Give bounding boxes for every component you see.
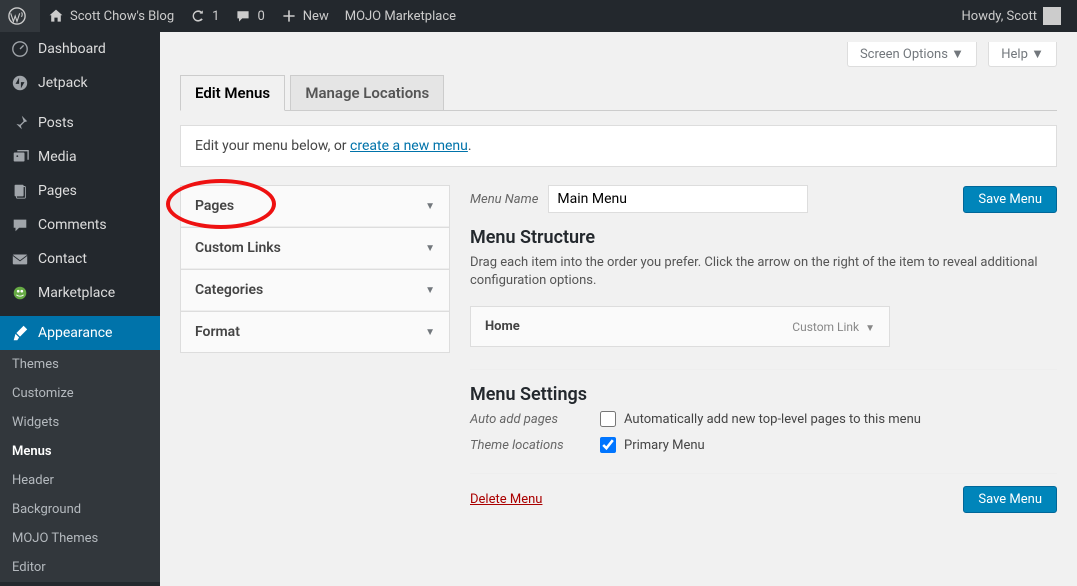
envelope-icon	[10, 249, 30, 269]
comments-count: 0	[257, 9, 264, 24]
updates-count: 1	[212, 9, 219, 24]
account-menu[interactable]: Howdy, Scott	[954, 0, 1070, 32]
sidebar-item-contact[interactable]: Contact	[0, 242, 160, 276]
sidebar-item-media[interactable]: Media	[0, 140, 160, 174]
menu-edit-panel: Menu Name Save Menu Menu Structure Drag …	[470, 185, 1057, 513]
accordion-pages[interactable]: Pages▼	[180, 185, 450, 228]
theme-location-checkbox[interactable]	[600, 437, 616, 453]
submenu-themes[interactable]: Themes	[0, 350, 160, 379]
save-menu-button-bottom[interactable]: Save Menu	[963, 486, 1057, 513]
wordpress-icon	[8, 7, 26, 25]
separator	[470, 369, 1057, 370]
delete-menu-link[interactable]: Delete Menu	[470, 492, 542, 507]
sidebar-item-label: Dashboard	[38, 41, 106, 57]
new-content-link[interactable]: New	[273, 0, 337, 32]
menu-structure-desc: Drag each item into the order you prefer…	[470, 254, 1057, 290]
submenu-widgets[interactable]: Widgets	[0, 408, 160, 437]
tab-edit-menus[interactable]: Edit Menus	[180, 75, 285, 111]
pin-icon	[10, 113, 30, 133]
caret-down-icon: ▼	[425, 201, 435, 212]
appearance-submenu: Themes Customize Widgets Menus Header Ba…	[0, 350, 160, 582]
accordion-panel: Pages▼ Custom Links▼ Categories▼ Format▼	[180, 185, 450, 513]
save-menu-button-top[interactable]: Save Menu	[963, 186, 1057, 213]
updates-link[interactable]: 1	[182, 0, 227, 32]
comment-icon	[235, 8, 251, 24]
accordion-categories[interactable]: Categories▼	[180, 269, 450, 312]
submenu-customize[interactable]: Customize	[0, 379, 160, 408]
jetpack-icon	[10, 73, 30, 93]
sidebar-item-label: Contact	[38, 251, 87, 267]
menu-item-title: Home	[485, 319, 520, 334]
menu-item-type: Custom Link	[792, 320, 859, 334]
theme-location-text: Primary Menu	[624, 438, 705, 453]
mojo-label: MOJO Marketplace	[345, 9, 456, 24]
accordion-format[interactable]: Format▼	[180, 311, 450, 353]
site-name-link[interactable]: Scott Chow's Blog	[40, 0, 182, 32]
sidebar-item-pages[interactable]: Pages	[0, 174, 160, 208]
caret-down-icon: ▼	[865, 323, 875, 334]
howdy-text: Howdy, Scott	[962, 9, 1038, 24]
menu-structure-heading: Menu Structure	[470, 227, 1057, 248]
sidebar-item-marketplace[interactable]: Marketplace	[0, 276, 160, 310]
admin-sidebar: Dashboard Jetpack Posts Media Pages Comm…	[0, 32, 160, 586]
sidebar-item-jetpack[interactable]: Jetpack	[0, 66, 160, 100]
auto-add-text: Automatically add new top-level pages to…	[624, 412, 921, 427]
caret-down-icon: ▼	[1031, 47, 1044, 62]
sidebar-item-dashboard[interactable]: Dashboard	[0, 32, 160, 66]
help-button[interactable]: Help ▼	[988, 42, 1057, 67]
comment-icon	[10, 215, 30, 235]
submenu-header[interactable]: Header	[0, 466, 160, 495]
sidebar-item-label: Pages	[38, 183, 77, 199]
avatar	[1043, 7, 1061, 25]
pages-icon	[10, 181, 30, 201]
sidebar-item-label: Media	[38, 149, 77, 165]
menu-name-input[interactable]	[548, 185, 808, 213]
caret-down-icon: ▼	[425, 327, 435, 338]
plus-icon	[281, 8, 297, 24]
submenu-background[interactable]: Background	[0, 495, 160, 524]
sidebar-item-appearance[interactable]: Appearance	[0, 316, 160, 350]
dashboard-icon	[10, 39, 30, 59]
menu-name-label: Menu Name	[470, 192, 538, 207]
caret-down-icon: ▼	[425, 243, 435, 254]
admin-toolbar: Scott Chow's Blog 1 0 New MOJO Marketpla…	[0, 0, 1077, 32]
submenu-menus[interactable]: Menus	[0, 437, 160, 466]
sidebar-item-label: Posts	[38, 115, 74, 131]
site-name-text: Scott Chow's Blog	[70, 9, 174, 24]
sidebar-item-label: Comments	[38, 217, 107, 233]
mojo-marketplace-link[interactable]: MOJO Marketplace	[337, 0, 464, 32]
sidebar-item-label: Jetpack	[38, 75, 88, 91]
menu-item-home[interactable]: Home Custom Link ▼	[470, 306, 890, 347]
media-icon	[10, 147, 30, 167]
screen-options-button[interactable]: Screen Options ▼	[847, 42, 977, 67]
sidebar-item-label: Appearance	[38, 325, 112, 341]
nav-tabs: Edit Menus Manage Locations	[180, 75, 1057, 111]
comments-link[interactable]: 0	[227, 0, 272, 32]
brush-icon	[10, 323, 30, 343]
info-message: Edit your menu below, or create a new me…	[180, 125, 1057, 167]
submenu-editor[interactable]: Editor	[0, 553, 160, 582]
accordion-custom-links[interactable]: Custom Links▼	[180, 227, 450, 270]
home-icon	[48, 8, 64, 24]
tab-manage-locations[interactable]: Manage Locations	[290, 75, 444, 111]
marketplace-icon	[10, 283, 30, 303]
theme-locations-label: Theme locations	[470, 438, 600, 453]
sidebar-item-label: Marketplace	[38, 285, 115, 301]
caret-down-icon: ▼	[951, 47, 964, 62]
wp-logo[interactable]	[0, 0, 40, 32]
content-area: Screen Options ▼ Help ▼ Edit Menus Manag…	[160, 32, 1077, 533]
auto-add-checkbox[interactable]	[600, 411, 616, 427]
submenu-mojo-themes[interactable]: MOJO Themes	[0, 524, 160, 553]
sidebar-item-posts[interactable]: Posts	[0, 106, 160, 140]
auto-add-label: Auto add pages	[470, 412, 600, 427]
new-label: New	[303, 9, 329, 24]
create-new-menu-link[interactable]: create a new menu	[350, 138, 468, 154]
caret-down-icon: ▼	[425, 285, 435, 296]
sidebar-item-comments[interactable]: Comments	[0, 208, 160, 242]
menu-settings-heading: Menu Settings	[470, 384, 1057, 405]
refresh-icon	[190, 8, 206, 24]
